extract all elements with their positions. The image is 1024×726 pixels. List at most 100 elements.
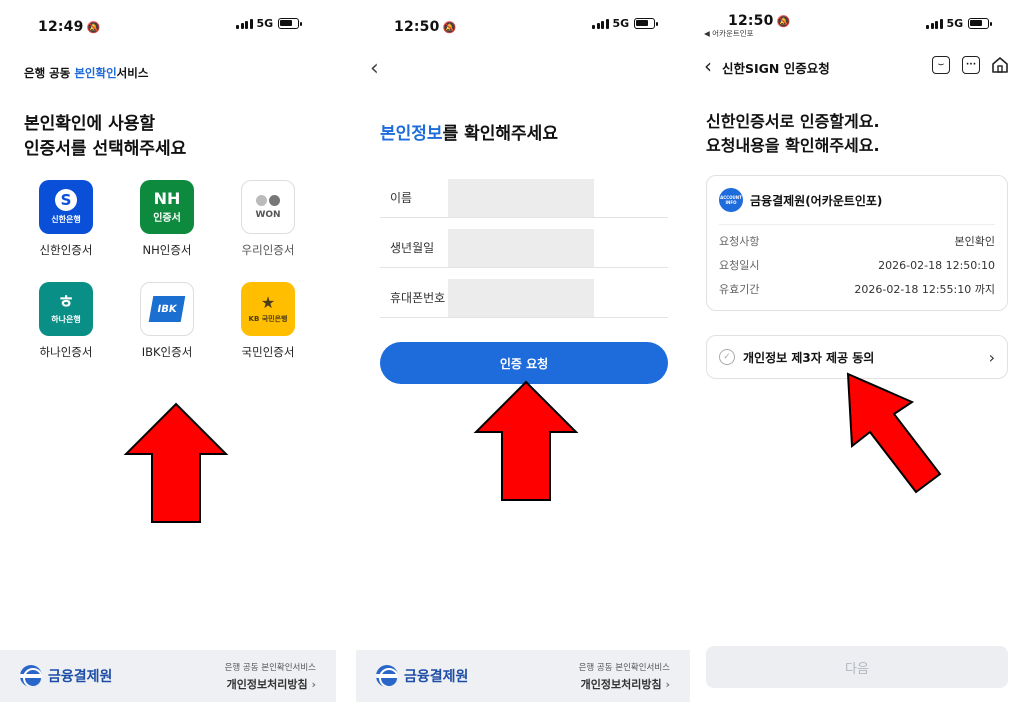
status-bar: 12:50 🔕	[394, 16, 456, 35]
cert-shinhan[interactable]: S 신한은행 신한인증서	[26, 180, 106, 258]
status-bar: 12:49 🔕	[38, 16, 100, 35]
detail-row: 유효기간 2026-02-18 12:55:10 까지	[707, 277, 1007, 301]
hana-logo-icon: ㅎ 하나은행	[39, 282, 93, 336]
birthdate-input[interactable]	[448, 228, 594, 267]
chat-icon[interactable]: ⌣	[932, 56, 950, 74]
footer-small-text: 은행 공동 본인확인서비스	[578, 662, 670, 673]
check-circle-icon[interactable]: ✓	[719, 349, 735, 365]
org-header: ACCOUNT INFO 금융결제원(어카운트인포)	[707, 176, 1007, 212]
heading-line-2: 인증서를 선택해주세요	[24, 139, 187, 159]
cert-label: 우리인증서	[241, 243, 295, 257]
cert-label: 국민인증서	[241, 345, 295, 359]
heading-line-2: 요청내용을 확인해주세요.	[706, 136, 880, 155]
page-heading: 본인확인에 사용할 인증서를 선택해주세요	[24, 112, 186, 162]
back-chevron-icon[interactable]: ‹	[704, 54, 712, 78]
home-icon[interactable]	[991, 56, 1009, 74]
page-heading: 본인정보를 확인해주세요	[380, 122, 558, 147]
cert-kb[interactable]: ★ KB 국민은행 국민인증서	[228, 282, 308, 360]
kftc-logo-icon	[376, 665, 398, 687]
accountinfo-logo-icon: ACCOUNT INFO	[719, 188, 743, 212]
service-prefix: 은행 공동	[24, 66, 75, 80]
chevron-right-icon: ›	[665, 677, 670, 691]
hana-icon-text: 하나은행	[51, 314, 81, 324]
status-time: 12:50	[394, 19, 440, 35]
back-chevron-icon[interactable]: ‹	[370, 56, 379, 81]
consent-label: 개인정보 제3자 제공 동의	[743, 350, 875, 365]
ibk-icon-text: IBK	[148, 296, 186, 322]
kb-icon-text: KB 국민은행	[248, 314, 288, 323]
birthdate-field: 생년월일	[380, 228, 668, 268]
bell-mute-icon: 🔕	[442, 21, 457, 34]
network-label: 5G	[612, 17, 630, 30]
logo-text: 금융결제원	[48, 669, 113, 685]
chevron-right-icon: ›	[311, 677, 316, 691]
bell-mute-icon: 🔕	[86, 21, 101, 34]
footer-right: 은행 공동 본인확인서비스 개인정보처리방침 ›	[579, 661, 670, 692]
red-arrow-up-annotation	[123, 402, 229, 523]
footer: 금융결제원 은행 공동 본인확인서비스 개인정보처리방침 ›	[356, 650, 690, 702]
request-auth-button[interactable]: 인증 요청	[380, 342, 668, 384]
status-bar: 12:50 🔕	[728, 10, 790, 29]
cert-label: 신한인증서	[39, 243, 93, 257]
menu-dots-icon[interactable]: ···	[962, 56, 980, 74]
panel-auth-request: 12:50 🔕 ◀ 어카운트인포 5G ‹ 신한SIGN 인증요청 ⌣ ··· 신…	[700, 0, 1024, 726]
detail-key: 요청사항	[719, 235, 760, 248]
cert-label: 하나인증서	[39, 345, 93, 359]
cert-label: IBK인증서	[141, 345, 193, 359]
field-label: 이름	[390, 191, 413, 205]
shinhan-icon-text: 신한은행	[51, 215, 81, 224]
detail-key: 유효기간	[719, 283, 760, 296]
footer: 금융결제원 은행 공동 본인확인서비스 개인정보처리방침 ›	[0, 650, 336, 702]
status-indicators: 5G	[926, 17, 993, 30]
battery-icon	[278, 18, 303, 29]
service-title: 은행 공동 본인확인서비스	[24, 65, 148, 81]
battery-icon	[968, 18, 993, 29]
org-name: 금융결제원(어카운트인포)	[750, 193, 883, 208]
name-field: 이름	[380, 178, 668, 218]
privacy-policy-link[interactable]: 개인정보처리방침 ›	[225, 676, 316, 692]
privacy-policy-link[interactable]: 개인정보처리방침 ›	[579, 676, 670, 692]
next-button[interactable]: 다음	[706, 646, 1008, 688]
signal-icon	[926, 18, 943, 29]
status-indicators: 5G	[592, 17, 659, 30]
heading-line-1: 신한인증서로 인증할게요.	[706, 112, 880, 131]
red-arrow-up-annotation	[473, 380, 579, 501]
footer-right: 은행 공동 본인확인서비스 개인정보처리방침 ›	[225, 661, 316, 692]
woori-logo-icon: WON	[241, 180, 295, 234]
woori-icon-text: WON	[255, 209, 281, 220]
field-label: 생년월일	[390, 241, 435, 255]
kb-logo-icon: ★ KB 국민은행	[241, 282, 295, 336]
status-time: 12:49	[38, 19, 84, 35]
cert-woori[interactable]: WON 우리인증서	[228, 180, 308, 258]
phone-input[interactable]	[448, 278, 594, 317]
battery-icon	[634, 18, 659, 29]
cert-ibk[interactable]: IBK IBK인증서	[127, 282, 207, 360]
cert-hana[interactable]: ㅎ 하나은행 하나인증서	[26, 282, 106, 360]
ibk-logo-icon: IBK	[140, 282, 194, 336]
cert-nh[interactable]: NH 인증서 NH인증서	[127, 180, 207, 258]
nh-logo-icon: NH 인증서	[140, 180, 194, 234]
name-input[interactable]	[448, 178, 594, 217]
detail-row: 요청사항 본인확인	[707, 229, 1007, 253]
signal-icon	[592, 18, 609, 29]
request-details-card: ACCOUNT INFO 금융결제원(어카운트인포) 요청사항 본인확인 요청일시…	[706, 175, 1008, 311]
chevron-right-icon: ›	[988, 347, 995, 367]
service-highlight: 본인확인	[74, 66, 117, 80]
phone-field: 휴대폰번호	[380, 278, 668, 318]
privacy-policy-label: 개인정보처리방침	[580, 677, 662, 691]
kftc-logo: 금융결제원	[20, 665, 112, 687]
page-heading: 신한인증서로 인증할게요. 요청내용을 확인해주세요.	[706, 110, 880, 158]
title-highlight: 본인정보	[380, 124, 443, 144]
network-label: 5G	[946, 17, 964, 30]
network-label: 5G	[256, 17, 274, 30]
detail-key: 요청일시	[719, 259, 760, 272]
heading-line-1: 본인확인에 사용할	[24, 114, 156, 134]
back-to-app-link[interactable]: ◀ 어카운트인포	[704, 28, 754, 39]
red-arrow-diagonal-annotation	[846, 372, 942, 494]
signal-icon	[236, 18, 253, 29]
service-suffix: 서비스	[116, 66, 149, 80]
detail-value: 2026-02-18 12:55:10 까지	[854, 283, 995, 296]
detail-value: 본인확인	[954, 235, 995, 248]
logo-text: 금융결제원	[404, 669, 469, 685]
panel-cert-select: 12:49 🔕 5G 은행 공동 본인확인서비스 본인확인에 사용할 인증서를 선…	[0, 0, 336, 726]
